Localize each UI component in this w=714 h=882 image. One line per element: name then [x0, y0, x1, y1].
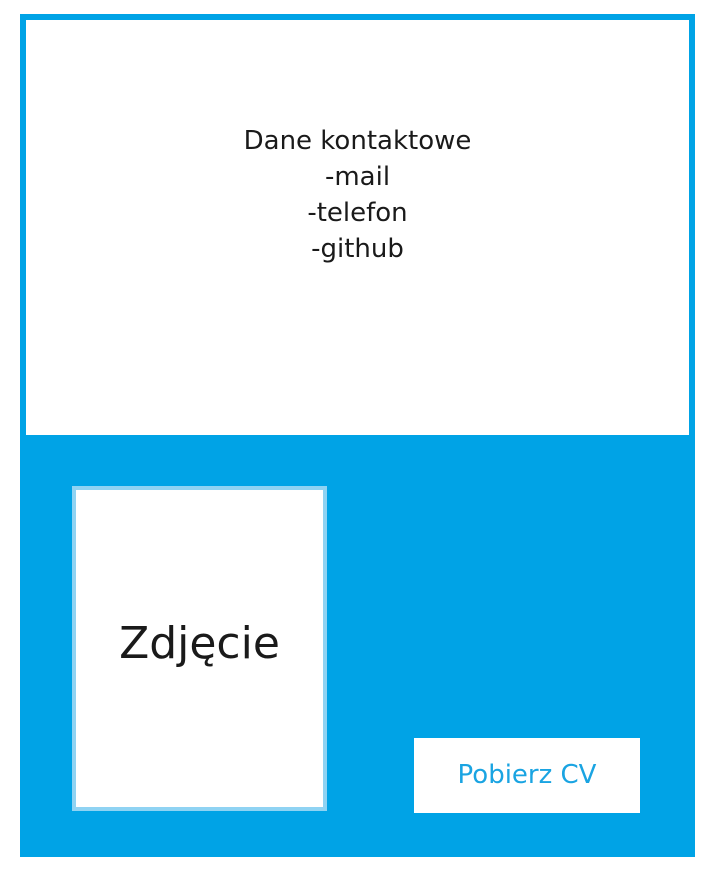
contact-panel: Dane kontaktowe -mail -telefon -github — [26, 20, 689, 435]
contact-phone-item: -telefon — [307, 198, 408, 228]
page-frame: Dane kontaktowe -mail -telefon -github Z… — [20, 14, 695, 857]
contact-details: Dane kontaktowe -mail -telefon -github — [26, 123, 689, 267]
photo-label: Zdjęcie — [119, 618, 280, 669]
download-cv-button[interactable]: Pobierz CV — [414, 738, 640, 813]
photo-placeholder: Zdjęcie — [72, 486, 327, 811]
contact-title: Dane kontaktowe — [243, 126, 472, 156]
contact-mail-item: -mail — [324, 162, 391, 192]
contact-github-item: -github — [311, 234, 404, 264]
